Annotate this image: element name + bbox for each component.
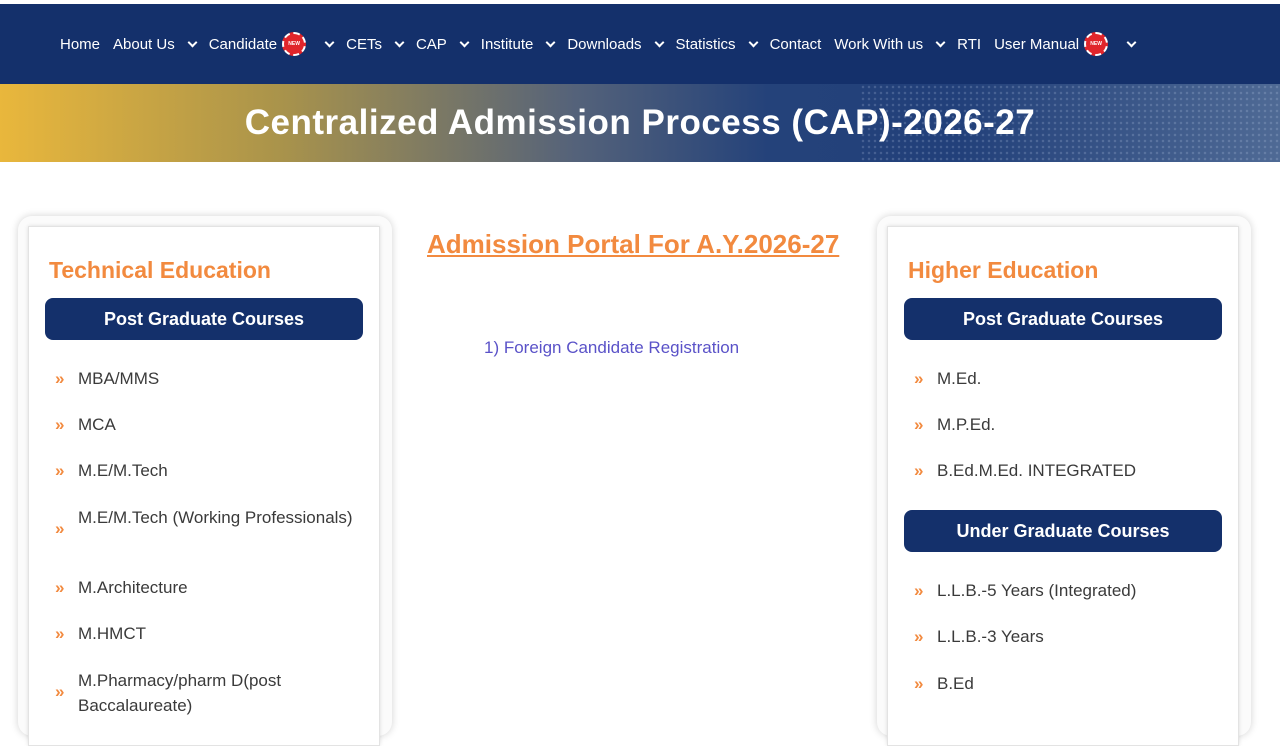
nav-label: RTI (957, 35, 982, 53)
course-item[interactable]: » M.HMCT (55, 621, 355, 646)
nav-downloads[interactable]: Downloads (567, 35, 664, 53)
nav-label: Candidate (208, 35, 278, 53)
card-title: Higher Education (908, 257, 1099, 283)
nav-label: Contact (769, 35, 822, 53)
nav-label: Work With us (834, 35, 924, 53)
foreign-candidate-registration-link[interactable]: 1) Foreign Candidate Registration (484, 338, 739, 358)
double-chevron-right-icon: » (55, 682, 65, 701)
nav-about-us[interactable]: About Us (113, 35, 198, 53)
nav-rti[interactable]: RTI (957, 36, 981, 53)
course-label: M.E/M.Tech (Working Professionals) (78, 508, 353, 527)
card-title: Technical Education (49, 257, 271, 283)
course-label: M.E/M.Tech (78, 461, 168, 480)
chevron-down-icon[interactable] (1126, 37, 1137, 47)
course-item[interactable]: » M.Ed. (914, 366, 1214, 391)
page-banner: Centralized Admission Process (CAP)-2026… (0, 84, 1280, 162)
nav-menu: Home About Us Candidate NEW CETs CAP Inst… (60, 4, 1148, 84)
admission-portal-link[interactable]: Admission Portal For A.Y.2026-27 (427, 229, 839, 260)
course-item[interactable]: » L.L.B.-3 Years (914, 624, 1214, 649)
course-item[interactable]: » L.L.B.-5 Years (Integrated) (914, 578, 1214, 603)
course-item[interactable]: » M.E/M.Tech (Working Professionals) (55, 505, 355, 539)
nav-cap[interactable]: CAP (415, 35, 470, 53)
card-panel: Higher Education Post Graduate Courses »… (887, 226, 1239, 746)
course-label: MBA/MMS (78, 369, 160, 388)
double-chevron-right-icon: » (914, 580, 924, 600)
course-item[interactable]: » B.Ed (914, 671, 1214, 696)
nav-cets[interactable]: CETs (346, 35, 405, 53)
nav-work-with-us[interactable]: Work With us (834, 35, 946, 53)
double-chevron-right-icon: » (55, 414, 65, 434)
double-chevron-right-icon: » (55, 368, 65, 388)
nav-label: Downloads (567, 35, 642, 53)
under-graduate-courses-header[interactable]: Under Graduate Courses (904, 510, 1222, 552)
course-item[interactable]: » M.P.Ed. (914, 412, 1214, 437)
post-graduate-courses-header[interactable]: Post Graduate Courses (45, 298, 363, 340)
chevron-down-icon[interactable] (187, 37, 198, 47)
nav-contact[interactable]: Contact (770, 36, 822, 53)
double-chevron-right-icon: » (55, 623, 65, 643)
double-chevron-right-icon: » (914, 673, 924, 693)
new-badge-icon: NEW (282, 32, 307, 56)
nav-institute[interactable]: Institute (480, 35, 556, 53)
course-label: M.Ed. (937, 369, 982, 388)
higher-education-card: Higher Education Post Graduate Courses »… (877, 216, 1251, 746)
course-label: L.L.B.-5 Years (Integrated) (937, 581, 1137, 600)
technical-education-card: Technical Education Post Graduate Course… (18, 216, 392, 746)
course-label: M.HMCT (78, 624, 146, 643)
chevron-down-icon[interactable] (394, 37, 405, 47)
double-chevron-right-icon: » (914, 460, 924, 480)
course-item[interactable]: » M.Pharmacy/pharm D(post Baccalaureate) (55, 668, 335, 718)
nav-label: CETs (346, 35, 382, 53)
chevron-down-icon[interactable] (935, 37, 946, 47)
post-graduate-courses-header[interactable]: Post Graduate Courses (904, 298, 1222, 340)
card-panel: Technical Education Post Graduate Course… (28, 226, 380, 746)
double-chevron-right-icon: » (914, 368, 924, 388)
nav-label: Home (60, 35, 101, 53)
course-label: M.Pharmacy/pharm D(post Baccalaureate) (78, 671, 282, 715)
chevron-down-icon[interactable] (654, 37, 664, 47)
main-navbar: Home About Us Candidate NEW CETs CAP Inst… (0, 4, 1280, 84)
double-chevron-right-icon: » (55, 519, 65, 538)
course-label: M.Architecture (78, 578, 188, 597)
double-chevron-right-icon: » (55, 577, 65, 597)
course-label: B.Ed (937, 674, 974, 693)
nav-label: Statistics (675, 35, 736, 53)
course-label: M.P.Ed. (937, 415, 996, 434)
nav-label: About Us (113, 35, 175, 53)
course-item[interactable]: » M.E/M.Tech (55, 458, 355, 483)
course-item[interactable]: » MCA (55, 412, 355, 437)
nav-statistics[interactable]: Statistics (675, 35, 759, 53)
nav-label: CAP (415, 35, 447, 53)
course-item[interactable]: » M.Architecture (55, 575, 355, 600)
course-label: L.L.B.-3 Years (937, 627, 1044, 646)
page-title: Centralized Admission Process (CAP)-2026… (244, 103, 1036, 142)
nav-label: User Manual (994, 35, 1080, 53)
nav-user-manual[interactable]: User Manual NEW (994, 32, 1137, 56)
course-item[interactable]: » MBA/MMS (55, 366, 355, 391)
chevron-down-icon[interactable] (459, 37, 470, 47)
double-chevron-right-icon: » (55, 460, 65, 480)
course-label: B.Ed.M.Ed. INTEGRATED (937, 461, 1137, 480)
nav-candidate[interactable]: Candidate NEW (208, 32, 335, 56)
nav-label: Institute (480, 35, 534, 53)
nav-home[interactable]: Home (60, 36, 100, 53)
double-chevron-right-icon: » (914, 626, 924, 646)
course-item[interactable]: » B.Ed.M.Ed. INTEGRATED (914, 458, 1214, 483)
chevron-down-icon[interactable] (545, 37, 556, 47)
chevron-down-icon[interactable] (748, 37, 759, 47)
course-label: MCA (78, 415, 116, 434)
new-badge-icon: NEW (1084, 32, 1109, 56)
chevron-down-icon[interactable] (324, 37, 335, 47)
double-chevron-right-icon: » (914, 414, 924, 434)
